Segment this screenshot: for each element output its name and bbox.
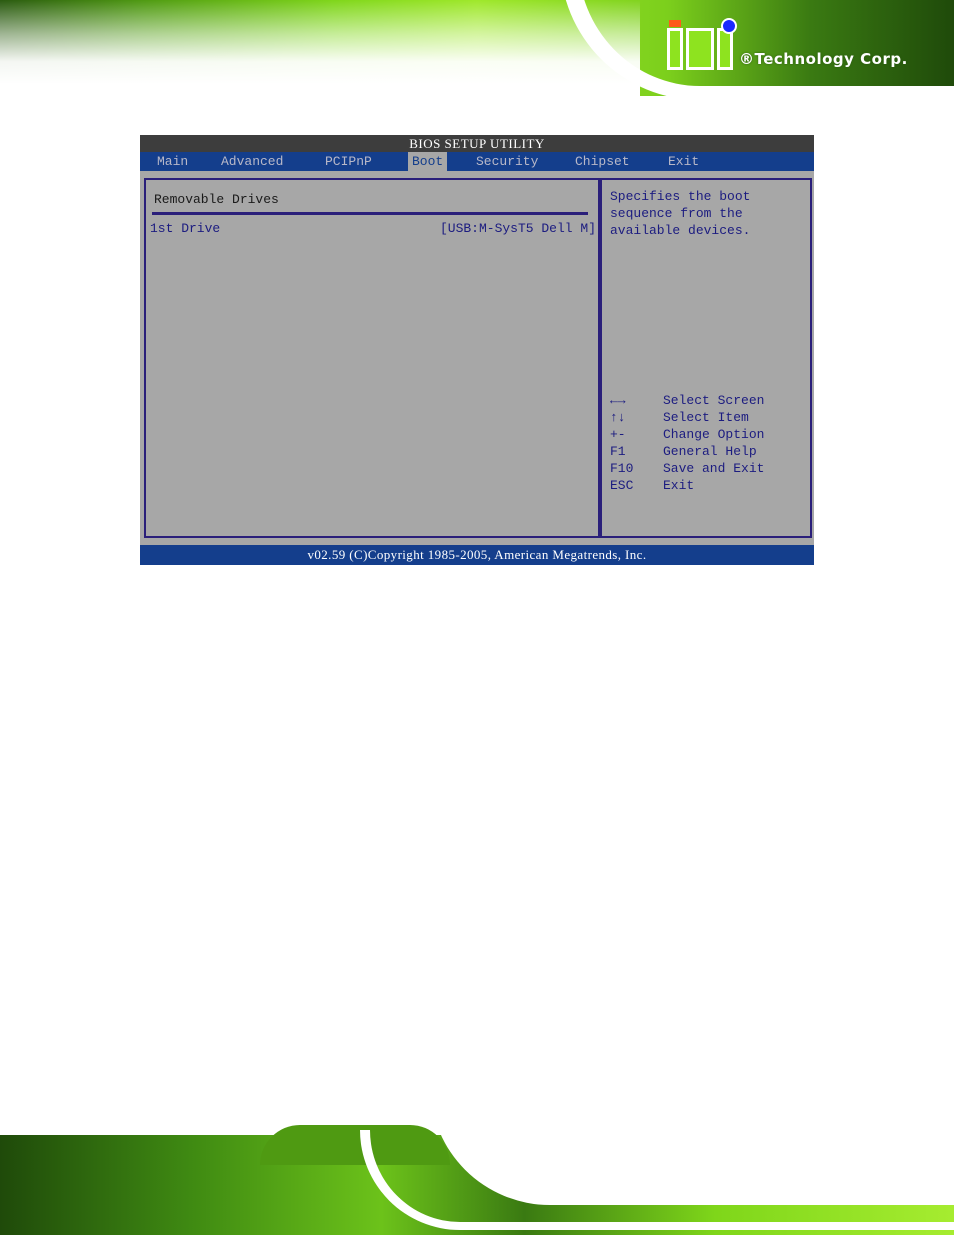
- section-title: Removable Drives: [154, 192, 279, 207]
- setting-label: 1st Drive: [150, 221, 221, 236]
- left-right-arrows-icon: ←→: [610, 393, 626, 408]
- key-label: +-: [610, 427, 626, 442]
- tab-boot[interactable]: Boot: [408, 152, 448, 171]
- section-divider: [152, 212, 588, 215]
- help-panel: Specifies the boot sequence from the ava…: [598, 178, 812, 538]
- key-legend: ←→ Select Screen ↑↓ Select Item +- Chang…: [610, 392, 764, 494]
- tab-main[interactable]: Main: [157, 152, 188, 171]
- logo-bar-i: [667, 28, 683, 70]
- bios-menubar: Main Advanced PCIPnP Boot Security Chips…: [140, 152, 814, 171]
- key-action: Select Screen: [663, 393, 765, 408]
- key-row: F1 General Help: [610, 443, 764, 460]
- key-action: Exit: [663, 478, 695, 493]
- iei-logo-mark: [667, 18, 737, 70]
- banner-underline: [0, 96, 954, 112]
- bios-title: BIOS SETUP UTILITY: [140, 135, 814, 152]
- bios-screen: BIOS SETUP UTILITY Main Advanced PCIPnP …: [140, 135, 814, 565]
- header-banner: ®Technology Corp.: [0, 0, 954, 112]
- tab-pcipnp[interactable]: PCIPnP: [325, 152, 372, 171]
- settings-panel: Removable Drives 1st Drive [USB:M-SysT5 …: [144, 178, 602, 538]
- key-label: ESC: [610, 478, 634, 493]
- help-text: Specifies the boot sequence from the ava…: [610, 189, 751, 238]
- key-row: ←→ Select Screen: [610, 392, 764, 409]
- key-row: F10 Save and Exit: [610, 460, 764, 477]
- footer-swoosh: [360, 1130, 954, 1230]
- logo-red-mark-icon: [669, 20, 681, 27]
- footer-banner: [0, 1125, 954, 1235]
- key-action: General Help: [663, 444, 757, 459]
- logo-bar-i2: [717, 28, 733, 70]
- key-label: F10: [610, 461, 634, 476]
- key-action: Change Option: [663, 427, 765, 442]
- logo-bar-e: [686, 28, 714, 70]
- key-action: Save and Exit: [663, 461, 765, 476]
- company-name: ®Technology Corp.: [739, 50, 908, 68]
- iei-logo: ®Technology Corp.: [667, 18, 908, 70]
- tab-security[interactable]: Security: [476, 152, 538, 171]
- up-down-arrows-icon: ↑↓: [610, 410, 626, 425]
- key-row: +- Change Option: [610, 426, 764, 443]
- copyright-bar: v02.59 (C)Copyright 1985-2005, American …: [140, 545, 814, 565]
- key-label: F1: [610, 444, 626, 459]
- logo-blue-dot-icon: [721, 18, 737, 34]
- tab-advanced[interactable]: Advanced: [221, 152, 283, 171]
- key-row: ESC Exit: [610, 477, 764, 494]
- key-row: ↑↓ Select Item: [610, 409, 764, 426]
- key-action: Select Item: [663, 410, 749, 425]
- tab-chipset[interactable]: Chipset: [575, 152, 630, 171]
- tab-exit[interactable]: Exit: [668, 152, 699, 171]
- setting-value[interactable]: [USB:M-SysT5 Dell M]: [440, 221, 596, 236]
